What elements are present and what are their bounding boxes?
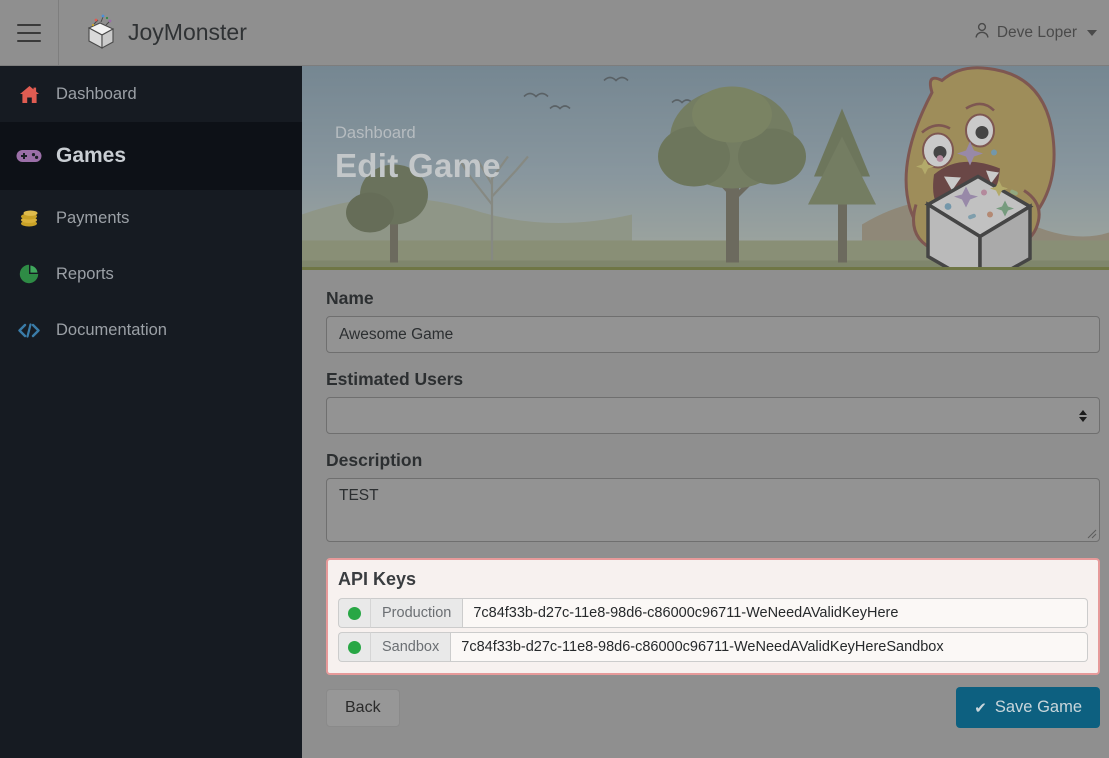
status-indicator-cell (338, 632, 370, 662)
sidebar-item-label: Reports (56, 264, 114, 283)
pie-chart-icon (16, 264, 42, 284)
api-key-value[interactable]: 7c84f33b-d27c-11e8-98d6-c86000c96711-WeN… (463, 598, 1088, 628)
description-value: TEST (339, 487, 379, 504)
api-keys-panel: API Keys Production 7c84f33b-d27c-11e8-9… (326, 558, 1100, 675)
field-name: Name Awesome Game (326, 288, 1100, 353)
api-key-env-label: Sandbox (370, 632, 452, 662)
status-dot-icon (348, 640, 361, 654)
back-button[interactable]: Back (326, 688, 400, 727)
api-key-row-sandbox: Sandbox 7c84f33b-d27c-11e8-98d6-c86000c9… (338, 632, 1088, 662)
field-description: Description TEST (326, 450, 1100, 542)
sidebar-item-label: Documentation (56, 320, 167, 339)
estimated-users-select[interactable] (326, 397, 1100, 434)
api-key-value[interactable]: 7c84f33b-d27c-11e8-98d6-c86000c96711-WeN… (451, 632, 1088, 662)
user-icon (974, 22, 990, 44)
edit-game-form: Name Awesome Game Estimated Users Descri… (302, 270, 1109, 675)
api-key-env-label: Production (370, 598, 464, 628)
menu-toggle-button[interactable] (0, 0, 59, 65)
sidebar-item-label: Dashboard (56, 84, 137, 103)
sidebar-item-payments[interactable]: Payments (0, 190, 302, 246)
api-keys-title: API Keys (338, 569, 417, 589)
breadcrumb[interactable]: Dashboard (335, 124, 501, 143)
chevron-down-icon (1087, 29, 1097, 36)
form-actions: Back ✔ Save Game (302, 675, 1109, 728)
sidebar-item-label: Games (56, 144, 127, 167)
status-dot-icon (348, 606, 361, 620)
code-icon (16, 322, 42, 338)
gift-box-logo-icon (80, 12, 122, 54)
field-estimated-users: Estimated Users (326, 369, 1100, 434)
sidebar-item-reports[interactable]: Reports (0, 246, 302, 302)
brand-name: JoyMonster (128, 19, 247, 45)
description-label: Description (326, 450, 423, 470)
page-title: Edit Game (335, 147, 501, 184)
sidebar-item-dashboard[interactable]: Dashboard (0, 66, 302, 122)
save-game-label: Save Game (994, 698, 1082, 716)
home-icon (16, 85, 42, 104)
user-name-label: Deve Loper (996, 23, 1077, 41)
sidebar: Dashboard Games Payments Reports Documen… (0, 66, 302, 758)
description-textarea[interactable]: TEST (326, 478, 1100, 542)
name-input[interactable]: Awesome Game (326, 316, 1100, 353)
hero-banner: Dashboard Edit Game (302, 66, 1109, 270)
check-icon: ✔ (974, 699, 987, 717)
hamburger-icon (17, 23, 41, 42)
resize-handle-icon[interactable] (1087, 529, 1097, 539)
sidebar-item-games[interactable]: Games (0, 122, 302, 190)
sidebar-item-documentation[interactable]: Documentation (0, 302, 302, 358)
status-indicator-cell (338, 598, 370, 628)
user-menu-button[interactable]: Deve Loper (974, 22, 1097, 44)
gamepad-icon (16, 148, 42, 164)
api-key-row-production: Production 7c84f33b-d27c-11e8-98d6-c8600… (338, 598, 1088, 628)
main-content: Dashboard Edit Game Name Awesome Game Es… (302, 66, 1109, 758)
top-bar: JoyMonster Deve Loper (0, 0, 1109, 66)
save-game-button[interactable]: ✔ Save Game (956, 687, 1100, 728)
sidebar-item-label: Payments (56, 208, 130, 227)
body-split: Dashboard Games Payments Reports Documen… (0, 66, 1109, 758)
estimated-users-label: Estimated Users (326, 369, 464, 389)
app-root: JoyMonster Deve Loper Dashboard Games Pa… (0, 0, 1109, 758)
stepper-arrows-icon (1079, 409, 1087, 422)
brand-logo-link[interactable]: JoyMonster (80, 12, 247, 54)
hero-text-block: Dashboard Edit Game (335, 124, 501, 185)
coins-icon (16, 209, 42, 228)
name-label: Name (326, 288, 374, 308)
